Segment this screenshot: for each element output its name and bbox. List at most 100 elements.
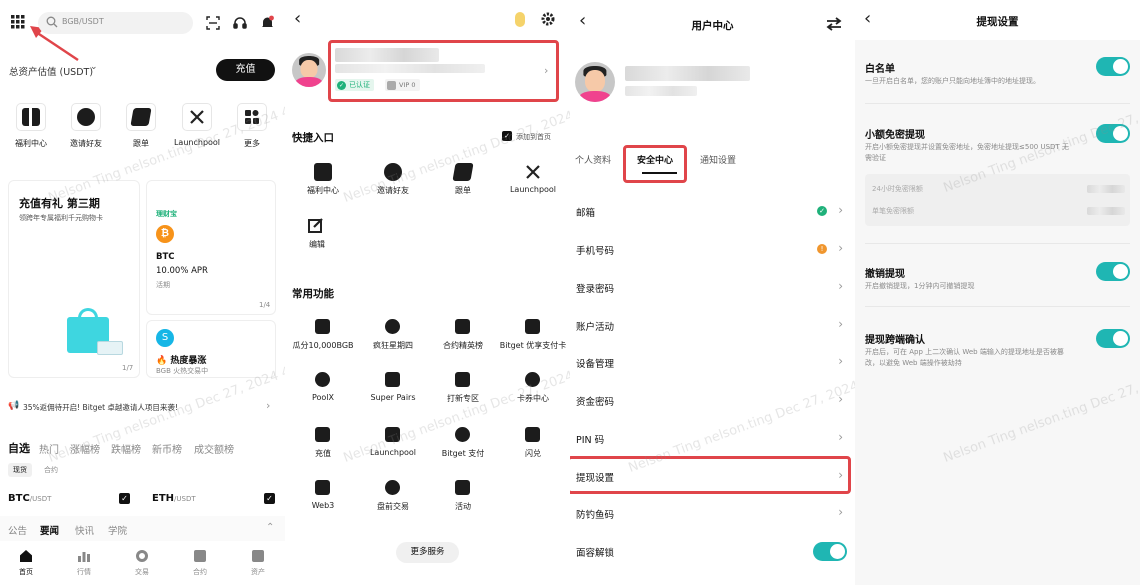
grid-item-split-bgb[interactable]: 瓜分10,000BGB [288, 317, 358, 353]
cancel-withdraw-toggle[interactable] [1096, 262, 1130, 281]
news-tab-academy[interactable]: 学院 [108, 523, 127, 537]
asset-valuation-label[interactable]: 总资产估值 (USDT) [9, 64, 93, 78]
row-face-unlock[interactable]: 面容解锁 [570, 542, 855, 563]
row-account-activity[interactable]: 账户活动 › [570, 317, 855, 337]
theme-toggle-icon[interactable] [515, 12, 525, 27]
grid-item-events[interactable]: 活动 [428, 478, 498, 514]
earn-card[interactable]: 理财宝 ₿ BTC 10.00% APR 活期 1/4 [146, 180, 276, 315]
tab-notifications[interactable]: 通知设置 [700, 153, 736, 166]
bell-icon[interactable] [258, 13, 276, 31]
whitelist-title: 白名单 [865, 64, 895, 75]
nav-trade[interactable]: 交易 [120, 547, 164, 581]
limits-box: 24小时免密限额 单笔免密限额 [865, 174, 1130, 226]
subtab-spot[interactable]: 现货 [8, 463, 32, 477]
tab-new[interactable]: 新币榜 [152, 441, 182, 456]
hot-card[interactable]: S 🔥 热度暴涨 BGB 火热交易中 [146, 320, 276, 378]
cross-confirm-title: 提现跨端确认 [865, 335, 925, 346]
shopping-bag-illustration [67, 308, 123, 355]
small-free-title: 小额免密提现 [865, 130, 925, 141]
tab-favorites[interactable]: 自选 [8, 440, 30, 456]
cross-confirm-toggle[interactable] [1096, 329, 1130, 348]
card-icon [525, 319, 540, 334]
divider [865, 243, 1130, 244]
grid-item-crazy-thursday[interactable]: 疯狂星期四 [358, 317, 428, 353]
grid-item-futures-elite[interactable]: 合约精英榜 [428, 317, 498, 353]
checkbox-checked-icon[interactable]: ✓ [119, 493, 130, 504]
apps-grid-icon[interactable] [9, 13, 27, 31]
scan-icon[interactable] [204, 14, 222, 32]
grid-item-quick-swap[interactable]: 闪兑 [498, 425, 568, 461]
grid-item-poolx[interactable]: PoolX [288, 370, 358, 406]
limit-24h-label: 24小时免密限额 [872, 185, 923, 193]
chevron-right-icon: › [838, 241, 843, 255]
tab-losers[interactable]: 跌幅榜 [111, 441, 141, 456]
page-title: 用户中心 [691, 20, 734, 32]
grid-item-web3[interactable]: Web3 [288, 478, 358, 514]
grid-item-pre-market[interactable]: 盘前交易 [358, 478, 428, 514]
news-tab-headlines[interactable]: 要闻 [40, 523, 59, 537]
deposit-button[interactable]: 充值 [216, 59, 275, 81]
row-phone[interactable]: 手机号码! › [570, 241, 855, 261]
checkbox-checked-icon[interactable]: ✓ [264, 493, 275, 504]
flag-icon [455, 480, 470, 495]
subtab-futures[interactable]: 合约 [44, 465, 58, 475]
grid-label: 盘前交易 [377, 502, 409, 511]
news-tab-announcement[interactable]: 公告 [8, 523, 27, 537]
search-bar[interactable]: BGB/USDT [38, 12, 193, 34]
face-unlock-toggle[interactable] [813, 542, 847, 561]
nav-markets[interactable]: 行情 [62, 547, 106, 581]
divider [865, 306, 1130, 307]
grid-label: Web3 [311, 501, 335, 510]
gift-icon [16, 103, 46, 131]
grid-label: 活动 [455, 502, 471, 511]
chevron-up-icon[interactable]: ⌃ [266, 522, 274, 533]
pair-eth[interactable]: ETH/USDT [152, 493, 196, 504]
gear-icon[interactable] [539, 10, 557, 28]
nav-label: 首页 [19, 568, 33, 576]
row-login-password[interactable]: 登录密码 › [570, 279, 855, 299]
row-device-management[interactable]: 设备管理 › [570, 354, 855, 374]
chevron-right-icon: › [838, 430, 843, 444]
trade-icon [136, 550, 148, 562]
row-label: 资金密码 [576, 397, 615, 408]
grid-label: 瓜分10,000BGB [292, 341, 354, 350]
tab-profile[interactable]: 个人资料 [575, 153, 611, 166]
headset-icon[interactable] [231, 14, 249, 32]
wallet-icon [252, 550, 264, 562]
grid-item-launchpool[interactable]: Launchpool [498, 161, 568, 197]
nav-home[interactable]: 首页 [4, 547, 48, 581]
more-services-button[interactable]: 更多服务 [396, 542, 459, 563]
gift-icon [314, 163, 332, 181]
promo-card[interactable]: 充值有礼 第三期 领跨年专属福利千元购物卡 1/7 [8, 180, 140, 378]
hot-subtitle: BGB 火热交易中 [156, 367, 209, 375]
chevron-right-icon: › [838, 505, 843, 519]
launchpool-icon [182, 103, 212, 131]
whitelist-toggle[interactable] [1096, 57, 1130, 76]
grid-label: Bitget 支付 [441, 449, 485, 458]
nav-assets[interactable]: 资产 [236, 547, 280, 581]
nav-futures[interactable]: 合约 [178, 547, 222, 581]
row-anti-phishing-code[interactable]: 防钓鱼码 › [570, 505, 855, 525]
news-bar: 公告 要闻 快讯 学院 ⌃ [0, 516, 285, 541]
back-arrow-icon[interactable]: ‹ [294, 8, 301, 29]
avatar[interactable] [575, 62, 615, 102]
grid-item-super-pairs[interactable]: Super Pairs [358, 370, 428, 406]
status-ok-icon: ✓ [817, 206, 827, 216]
pair-btc[interactable]: BTC/USDT [8, 493, 51, 504]
cancel-withdraw-description: 开启撤销提现，1分钟内可撤销提现 [865, 282, 975, 290]
row-label: 账户活动 [576, 322, 615, 333]
grid-item-card[interactable]: Bitget 优享支付卡 [498, 317, 568, 353]
news-tab-flash[interactable]: 快讯 [75, 523, 94, 537]
row-email[interactable]: 邮箱 ✓ › [570, 203, 855, 223]
grid-item-edit[interactable]: 编辑 [285, 215, 352, 251]
promo-page-indicator: 1/7 [122, 364, 134, 372]
avatar[interactable] [292, 53, 326, 87]
chevron-right-icon: › [838, 354, 843, 368]
section-title-common: 常用功能 [292, 288, 334, 300]
chevron-right-icon: › [838, 317, 843, 331]
nav-label: 行情 [77, 568, 91, 576]
search-placeholder: BGB/USDT [62, 17, 104, 26]
row-label: 邮箱 [576, 208, 596, 219]
tab-volume[interactable]: 成交额榜 [194, 441, 234, 456]
switch-arrows-icon[interactable] [824, 15, 844, 33]
